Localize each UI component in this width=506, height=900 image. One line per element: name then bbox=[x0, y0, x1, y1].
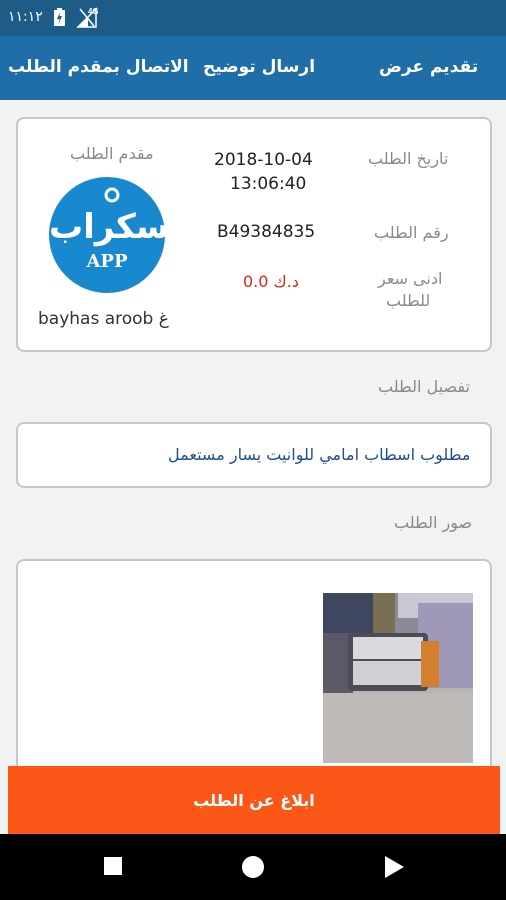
request-number-label: رقم الطلب bbox=[374, 223, 449, 242]
requester-name: bayhas aroob غ bbox=[38, 309, 169, 329]
request-date-value: 2018-10-04 bbox=[214, 150, 313, 170]
back-triangle-icon[interactable] bbox=[383, 855, 405, 879]
status-bar: ١١:١٢ 4G bbox=[0, 0, 506, 36]
request-photo[interactable] bbox=[323, 593, 473, 763]
home-circle-icon[interactable] bbox=[241, 855, 265, 879]
min-price-label-line2: للطلب bbox=[386, 291, 431, 310]
system-nav-bar bbox=[0, 834, 506, 900]
logo-arabic-text: سكراب bbox=[49, 207, 170, 247]
submit-offer-button[interactable]: تقديم عرض bbox=[379, 57, 478, 77]
send-clarification-button[interactable]: ارسال توضيح bbox=[203, 57, 315, 77]
requester-label: مقدم الطلب bbox=[70, 144, 154, 163]
recents-square-icon[interactable] bbox=[102, 855, 124, 877]
report-request-button[interactable]: ابلاغ عن الطلب bbox=[8, 766, 500, 834]
network-type: 4G bbox=[88, 7, 98, 16]
status-time: ١١:١٢ bbox=[8, 9, 43, 25]
scrap-app-logo: سكراب APP bbox=[49, 177, 170, 293]
request-date-label: تاريخ الطلب bbox=[368, 149, 449, 168]
request-info-card: مقدم الطلب سكراب APP bayhas aroob غ 2018… bbox=[16, 117, 492, 352]
contact-requester-button[interactable]: الاتصال بمقدم الطلب bbox=[8, 57, 189, 77]
images-title: صور الطلب bbox=[394, 513, 473, 532]
images-card bbox=[16, 559, 492, 789]
min-price-value: 0.0 د.ك bbox=[243, 272, 299, 291]
details-card: مطلوب اسطاب امامي للوانيت يسار مستعمل bbox=[16, 422, 492, 488]
details-title: تفصيل الطلب bbox=[378, 377, 470, 396]
details-text: مطلوب اسطاب امامي للوانيت يسار مستعمل bbox=[168, 445, 471, 464]
battery-charging-icon bbox=[54, 8, 65, 26]
request-number-value: B49384835 bbox=[217, 222, 316, 242]
logo-english-text: APP bbox=[86, 251, 128, 272]
min-price-label-line1: ادنى سعر bbox=[378, 269, 443, 288]
signal-icon: 4G bbox=[76, 7, 98, 28]
request-time-value: 13:06:40 bbox=[230, 174, 307, 194]
action-bar: الاتصال بمقدم الطلب ارسال توضيح تقديم عر… bbox=[0, 36, 506, 100]
gear-icon bbox=[104, 187, 120, 203]
